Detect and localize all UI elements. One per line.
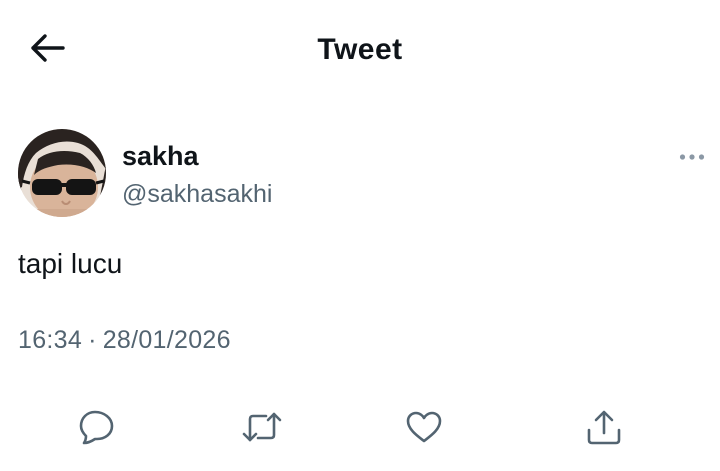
tweet-date: 28/01/2026: [102, 326, 231, 354]
tweet-timestamp[interactable]: 16:34 · 28/01/2026: [18, 324, 231, 356]
tweet-time: 16:34: [18, 326, 83, 354]
meta-separator: ·: [88, 326, 97, 354]
reply-icon: [78, 409, 116, 445]
action-bar: [0, 400, 720, 454]
author-handle[interactable]: @sakhasakhi: [122, 178, 272, 210]
tweet-text: tapi lucu: [18, 248, 123, 279]
share-icon: [585, 408, 623, 446]
author-display-name[interactable]: sakha: [122, 140, 199, 172]
like-button[interactable]: [397, 400, 451, 454]
retweet-icon: [241, 410, 283, 444]
top-bar: Tweet: [0, 0, 720, 100]
tweet-screen: Tweet sakha @sakhasakhi tapi lucu 16:34 …: [0, 0, 720, 471]
page-title: Tweet: [317, 33, 403, 66]
share-button[interactable]: [577, 400, 631, 454]
retweet-button[interactable]: [235, 400, 289, 454]
reply-button[interactable]: [70, 400, 124, 454]
avatar[interactable]: [18, 129, 106, 217]
more-options-button[interactable]: [672, 144, 712, 170]
more-horizontal-icon: [679, 148, 705, 166]
heart-icon: [405, 410, 443, 444]
